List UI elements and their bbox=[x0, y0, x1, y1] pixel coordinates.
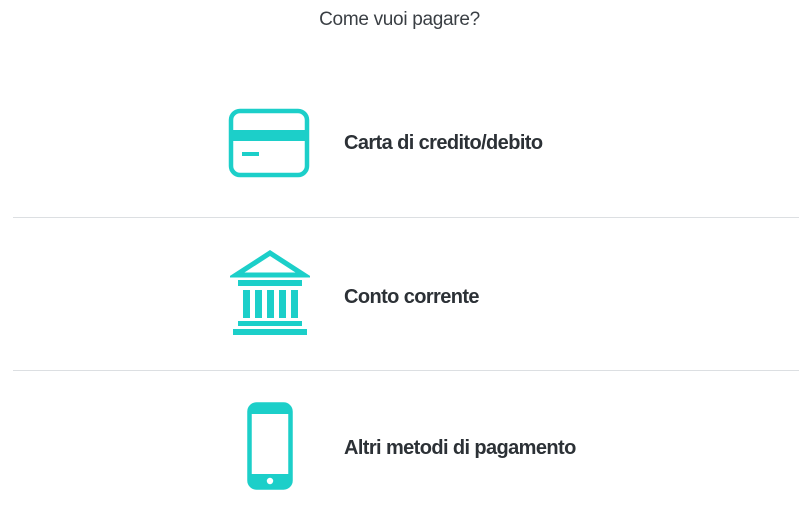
divider bbox=[13, 370, 799, 371]
smartphone-icon bbox=[247, 402, 293, 490]
payment-option-label: Altri metodi di pagamento bbox=[344, 437, 576, 459]
divider bbox=[13, 217, 799, 218]
payment-option-label: Carta di credito/debito bbox=[344, 132, 543, 154]
payment-option-label: Conto corrente bbox=[344, 286, 480, 308]
payment-option-card[interactable]: Carta di credito/debito bbox=[0, 100, 799, 185]
bank-icon bbox=[230, 249, 310, 337]
payment-option-bank[interactable]: Conto corrente bbox=[0, 240, 799, 345]
credit-card-icon bbox=[228, 108, 310, 178]
payment-option-other[interactable]: Altri metodi di pagamento bbox=[0, 395, 799, 505]
page-title: Come vuoi pagare? bbox=[319, 9, 480, 30]
